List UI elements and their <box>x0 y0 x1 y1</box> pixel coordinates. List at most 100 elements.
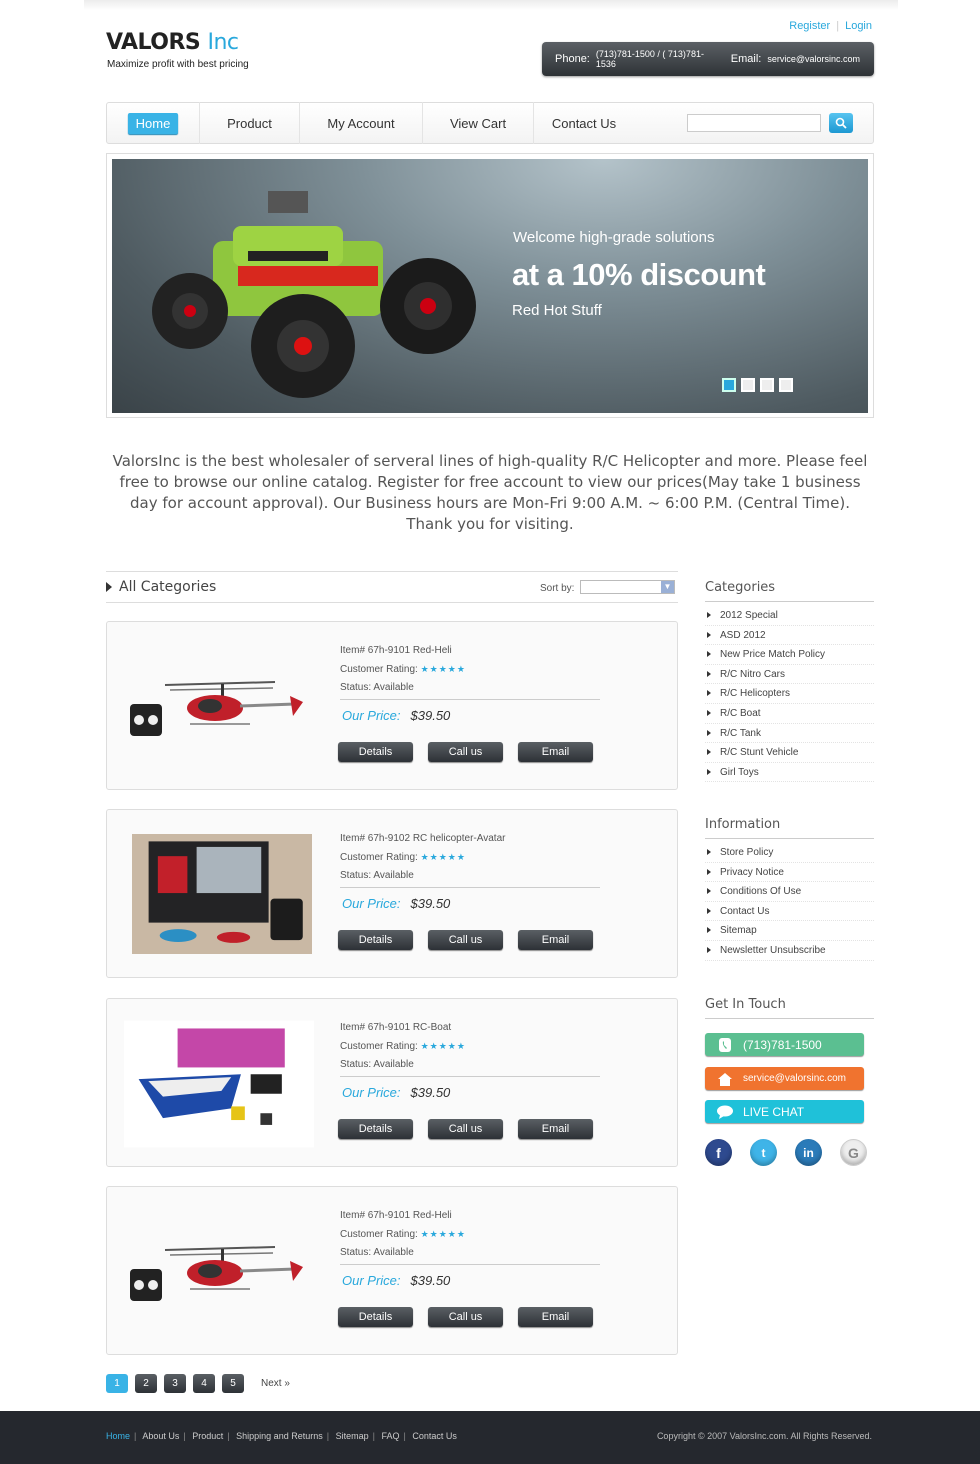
twitter-icon[interactable]: t <box>750 1139 777 1166</box>
email-contact-button[interactable]: service@valorsinc.com <box>705 1067 864 1090</box>
category-link[interactable]: New Price Match Policy <box>705 645 874 665</box>
social-links: f t in G <box>705 1139 867 1166</box>
nav-item-view-cart[interactable]: View Cart <box>423 102 534 144</box>
sort-select[interactable]: ▼ <box>580 580 675 594</box>
call-us-button[interactable]: Call us <box>428 930 503 950</box>
next-page-link[interactable]: Next » <box>261 1378 290 1389</box>
next-label: Next <box>261 1378 282 1389</box>
details-button[interactable]: Details <box>338 930 413 950</box>
slider-dot-4[interactable] <box>779 378 793 392</box>
email-button[interactable]: Email <box>518 1119 593 1139</box>
info-link[interactable]: Conditions Of Use <box>705 882 874 902</box>
category-link[interactable]: R/C Tank <box>705 724 874 744</box>
search-input[interactable] <box>687 114 821 132</box>
site-logo[interactable]: VALORS Inc <box>106 30 239 55</box>
details-button[interactable]: Details <box>338 1307 413 1327</box>
footer-link-about[interactable]: About Us <box>142 1431 179 1441</box>
intro-text: ValorsInc is the best wholesaler of serv… <box>112 452 868 533</box>
footer-link-contact[interactable]: Contact Us <box>412 1431 457 1441</box>
page-5-button[interactable]: 5 <box>222 1374 244 1393</box>
category-link[interactable]: Girl Toys <box>705 763 874 783</box>
product-image-helicopter[interactable] <box>125 1205 320 1335</box>
product-item-number[interactable]: Item# 67h-9102 RC helicopter-Avatar <box>340 830 505 848</box>
catalog-title[interactable]: All Categories <box>119 579 216 595</box>
category-link[interactable]: R/C Helicopters <box>705 684 874 704</box>
product-info: Item# 67h-9102 RC helicopter-Avatar Cust… <box>340 830 505 885</box>
facebook-icon[interactable]: f <box>705 1139 732 1166</box>
login-link[interactable]: Login <box>845 20 872 32</box>
category-link[interactable]: R/C Nitro Cars <box>705 665 874 685</box>
product-card: Item# 67h-9102 RC helicopter-Avatar Cust… <box>106 809 678 978</box>
details-button[interactable]: Details <box>338 742 413 762</box>
category-link[interactable]: R/C Boat <box>705 704 874 724</box>
tagline: Maximize profit with best pricing <box>107 59 249 70</box>
divider <box>340 887 600 888</box>
call-us-button[interactable]: Call us <box>428 742 503 762</box>
logo-name: VALORS <box>106 30 201 55</box>
nav-item-home[interactable]: Home <box>107 102 200 144</box>
nav-home-label: Home <box>127 112 179 134</box>
phone-contact-button[interactable]: (713)781-1500 <box>705 1033 864 1056</box>
slider-dot-1[interactable] <box>722 378 736 392</box>
email-value[interactable]: service@valorsinc.com <box>767 54 860 64</box>
footer-link-product[interactable]: Product <box>192 1431 223 1441</box>
search-button[interactable] <box>829 113 853 133</box>
slider-dot-3[interactable] <box>760 378 774 392</box>
info-link[interactable]: Privacy Notice <box>705 863 874 883</box>
nav-item-product[interactable]: Product <box>200 102 300 144</box>
footer-link-home[interactable]: Home <box>106 1431 130 1441</box>
slider-dot-2[interactable] <box>741 378 755 392</box>
catalog-header: All Categories Sort by: ▼ <box>106 571 678 603</box>
nav-item-contact-us[interactable]: Contact Us <box>534 102 634 144</box>
info-link[interactable]: Store Policy <box>705 843 874 863</box>
details-button[interactable]: Details <box>338 1119 413 1139</box>
banner-line3: Red Hot Stuff <box>512 302 602 319</box>
product-item-number[interactable]: Item# 67h-9101 Red-Heli <box>340 642 466 660</box>
register-link[interactable]: Register <box>789 20 830 32</box>
footer-link-sitemap[interactable]: Sitemap <box>336 1431 369 1441</box>
email-button[interactable]: Email <box>518 1307 593 1327</box>
categories-heading: Categories <box>705 580 874 602</box>
product-info: Item# 67h-9101 Red-Heli Customer Rating:… <box>340 1207 466 1262</box>
price-value: $39.50 <box>410 1273 451 1288</box>
page-4-button[interactable]: 4 <box>193 1374 215 1393</box>
email-button[interactable]: Email <box>518 742 593 762</box>
category-link[interactable]: R/C Stunt Vehicle <box>705 743 874 763</box>
footer-link-shipping[interactable]: Shipping and Returns <box>236 1431 323 1441</box>
hero-banner[interactable]: Welcome high-grade solutions at a 10% di… <box>112 159 868 413</box>
divider <box>340 1264 600 1265</box>
account-links: Register | Login <box>789 20 872 32</box>
info-link[interactable]: Newsletter Unsubscribe <box>705 941 874 961</box>
live-chat-button[interactable]: LIVE CHAT <box>705 1100 864 1123</box>
product-image-boat[interactable] <box>124 1018 314 1150</box>
price-value: $39.50 <box>410 1085 451 1100</box>
footer-link-faq[interactable]: FAQ <box>381 1431 399 1441</box>
footer-separator: | <box>372 1431 375 1441</box>
google-icon[interactable]: G <box>840 1139 867 1166</box>
call-us-button[interactable]: Call us <box>428 1307 503 1327</box>
linkedin-icon[interactable]: in <box>795 1139 822 1166</box>
info-link[interactable]: Contact Us <box>705 902 874 922</box>
nav-item-my-account[interactable]: My Account <box>300 102 423 144</box>
star-rating-icon: ★★★★★ <box>420 1041 466 1051</box>
link-separator: | <box>836 20 840 32</box>
rating-label: Customer Rating: <box>340 1041 418 1052</box>
page-1-button[interactable]: 1 <box>106 1374 128 1393</box>
info-link[interactable]: Sitemap <box>705 921 874 941</box>
product-image-boxed-helicopter[interactable] <box>129 834 315 954</box>
footer-separator: | <box>134 1431 137 1441</box>
page-3-button[interactable]: 3 <box>164 1374 186 1393</box>
product-item-number[interactable]: Item# 67h-9101 RC-Boat <box>340 1019 466 1037</box>
product-image-helicopter[interactable] <box>125 640 320 770</box>
category-link[interactable]: 2012 Special <box>705 606 874 626</box>
slider-dots <box>722 378 793 392</box>
main-nav: Home Product My Account View Cart Contac… <box>106 102 874 144</box>
phone-value: (713)781-1500 / ( 713)781-1536 <box>595 49 704 69</box>
category-link[interactable]: ASD 2012 <box>705 626 874 646</box>
banner-line1: Welcome high-grade solutions <box>513 229 715 246</box>
information-list: Store Policy Privacy Notice Conditions O… <box>705 843 874 961</box>
call-us-button[interactable]: Call us <box>428 1119 503 1139</box>
page-2-button[interactable]: 2 <box>135 1374 157 1393</box>
email-button[interactable]: Email <box>518 930 593 950</box>
product-item-number[interactable]: Item# 67h-9101 Red-Heli <box>340 1207 466 1225</box>
